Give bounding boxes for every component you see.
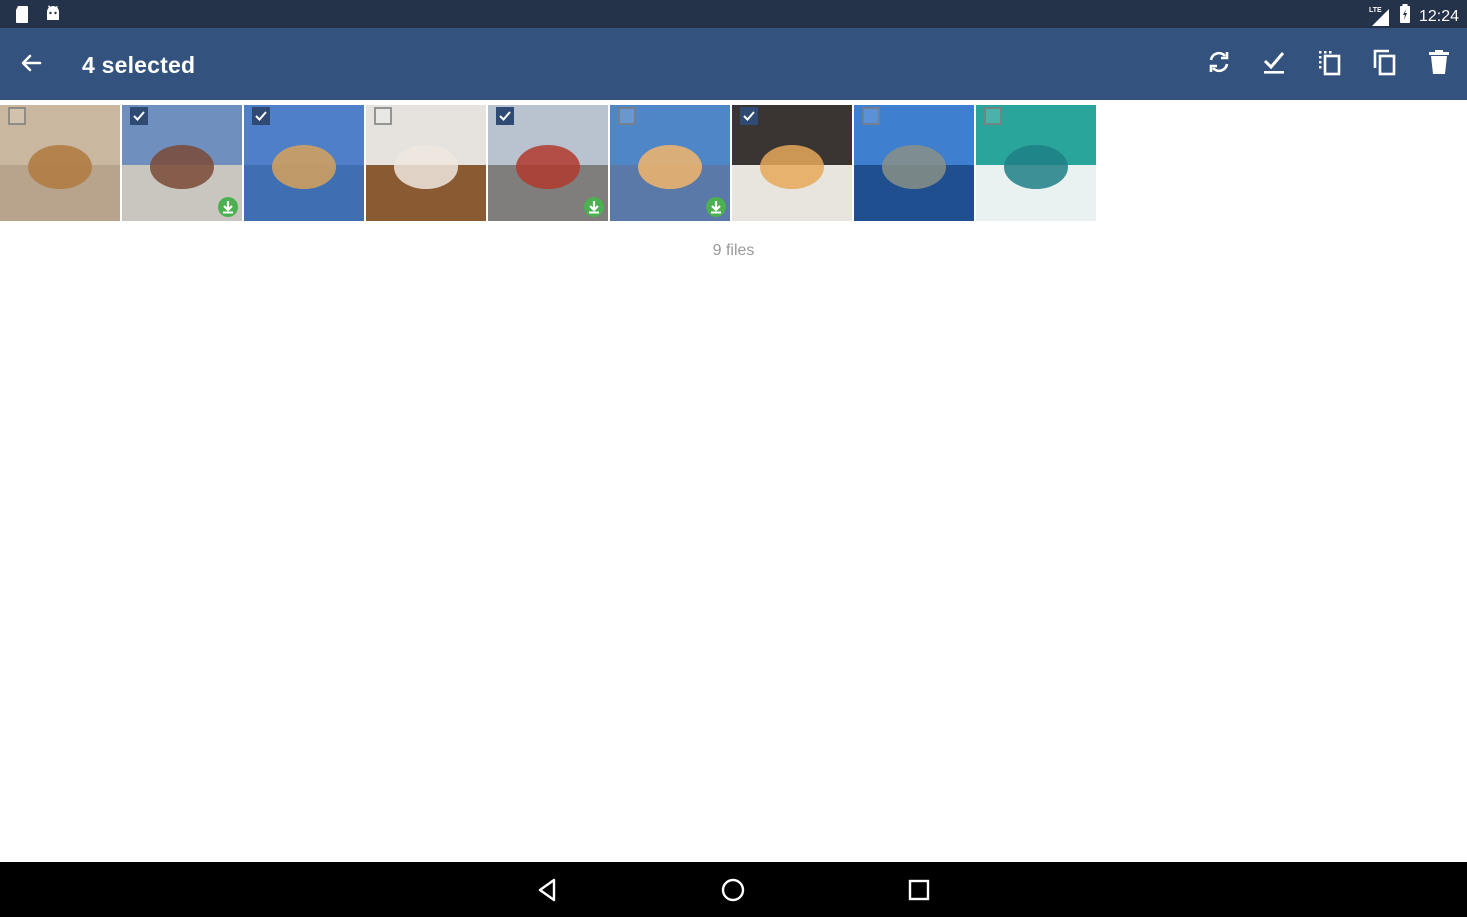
battery-icon <box>1399 4 1411 29</box>
nav-back-button[interactable] <box>534 876 562 904</box>
photo-thumbnail[interactable] <box>366 105 486 221</box>
photo-thumbnail[interactable] <box>610 105 730 221</box>
download-badge-icon <box>584 197 604 217</box>
checkmark-icon <box>133 111 145 121</box>
sd-card-icon <box>14 4 30 29</box>
checkbox-checked[interactable] <box>496 107 514 125</box>
back-triangle-icon <box>534 878 562 908</box>
select-region-button[interactable] <box>1311 44 1347 84</box>
checkbox-unchecked[interactable] <box>8 107 26 125</box>
photo-thumbnail[interactable] <box>732 105 852 221</box>
checkmark-icon <box>499 111 511 121</box>
download-badge-icon <box>706 197 726 217</box>
delete-button[interactable] <box>1421 44 1457 84</box>
lte-signal-icon: LTE <box>1369 7 1391 27</box>
photo-thumbnail[interactable] <box>0 105 120 221</box>
select-region-icon <box>1315 48 1343 81</box>
select-all-icon <box>1260 48 1288 81</box>
photo-thumbnail[interactable] <box>488 105 608 221</box>
back-button[interactable] <box>14 48 48 82</box>
nav-home-button[interactable] <box>719 876 747 904</box>
recents-square-icon <box>905 879 933 908</box>
action-bar: 4 selected <box>0 28 1467 100</box>
checkbox-unchecked[interactable] <box>618 107 636 125</box>
download-badge-icon <box>218 197 238 217</box>
select-all-button[interactable] <box>1256 44 1292 84</box>
image-grid <box>0 105 1100 221</box>
checkbox-unchecked[interactable] <box>862 107 880 125</box>
delete-icon <box>1425 48 1453 81</box>
nav-recents-button[interactable] <box>905 876 933 904</box>
network-label: LTE <box>1368 6 1382 14</box>
status-bar: LTE 12:24 <box>0 0 1467 28</box>
sync-button[interactable] <box>1201 44 1237 84</box>
checkbox-checked[interactable] <box>740 107 758 125</box>
home-circle-icon <box>719 878 747 908</box>
photo-thumbnail[interactable] <box>854 105 974 221</box>
checkmark-icon <box>743 111 755 121</box>
copy-icon <box>1370 48 1398 81</box>
checkbox-unchecked[interactable] <box>984 107 1002 125</box>
photo-thumbnail[interactable] <box>976 105 1096 221</box>
checkmark-icon <box>255 111 267 121</box>
clock: 12:24 <box>1418 7 1459 25</box>
photo-thumbnail[interactable] <box>122 105 242 221</box>
sync-icon <box>1205 48 1233 81</box>
checkbox-unchecked[interactable] <box>374 107 392 125</box>
arrow-back-icon <box>20 52 42 79</box>
checkbox-checked[interactable] <box>252 107 270 125</box>
photo-thumbnail[interactable] <box>244 105 364 221</box>
android-icon <box>44 4 62 29</box>
selection-title: 4 selected <box>82 52 196 78</box>
file-count: 9 files <box>712 242 755 259</box>
checkbox-checked[interactable] <box>130 107 148 125</box>
copy-button[interactable] <box>1366 44 1402 84</box>
navigation-bar <box>0 862 1467 917</box>
